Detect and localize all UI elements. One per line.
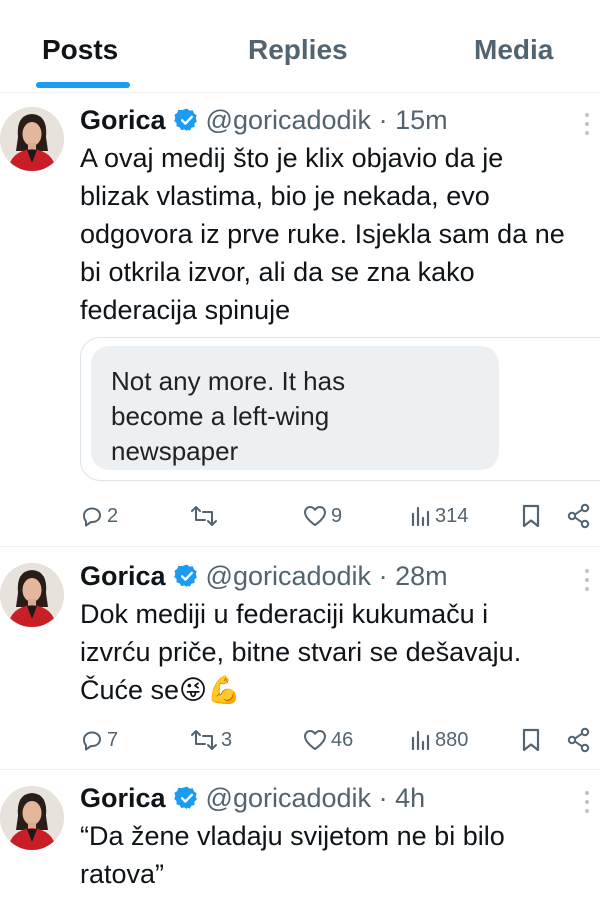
bookmark-button[interactable] bbox=[520, 501, 542, 531]
views-button[interactable]: 314 bbox=[410, 501, 468, 531]
verified-badge-icon bbox=[173, 783, 200, 821]
like-button[interactable]: 9 bbox=[302, 501, 342, 531]
tab-posts[interactable]: Posts bbox=[42, 30, 118, 70]
tab-replies[interactable]: Replies bbox=[248, 30, 348, 70]
repost-count: 3 bbox=[221, 729, 233, 751]
separator: · bbox=[378, 783, 388, 813]
timestamp[interactable]: 28m bbox=[395, 561, 448, 591]
repost-icon bbox=[191, 506, 217, 526]
author-name[interactable]: Gorica bbox=[80, 783, 166, 813]
post-header: Gorica @goricadodik · 28m bbox=[80, 557, 448, 595]
like-count: 9 bbox=[331, 505, 343, 527]
verified-badge-icon bbox=[173, 105, 200, 143]
views-icon bbox=[411, 506, 430, 527]
views-count: 314 bbox=[435, 505, 469, 527]
image-message-bubble: Not any more. It has become a left-wing … bbox=[91, 346, 499, 470]
author-handle[interactable]: @goricadodik bbox=[206, 561, 372, 591]
author-name[interactable]: Gorica bbox=[80, 561, 166, 591]
post-1[interactable]: Gorica @goricadodik · 15m A ovaj medij št… bbox=[0, 93, 600, 547]
share-button[interactable] bbox=[566, 725, 592, 755]
views-button[interactable]: 880 bbox=[410, 725, 468, 755]
reply-button[interactable]: 7 bbox=[80, 725, 118, 755]
verified-badge-icon bbox=[173, 561, 200, 599]
post-actions: 2 9 314 bbox=[80, 501, 600, 531]
avatar[interactable] bbox=[0, 563, 64, 627]
post-actions: 7 3 46 880 bbox=[80, 725, 600, 755]
like-icon bbox=[304, 730, 326, 750]
reply-count: 2 bbox=[107, 505, 119, 527]
reply-icon bbox=[83, 507, 101, 527]
like-icon bbox=[304, 506, 326, 526]
post-text: Dok mediji u federaciji kukumaču i izvrć… bbox=[80, 599, 522, 705]
bookmark-button[interactable] bbox=[520, 725, 542, 755]
timestamp[interactable]: 4h bbox=[395, 783, 425, 813]
bookmark-icon bbox=[522, 504, 540, 528]
active-tab-indicator bbox=[36, 82, 130, 88]
avatar[interactable] bbox=[0, 786, 64, 850]
post-header: Gorica @goricadodik · 4h bbox=[80, 779, 425, 817]
author-handle[interactable]: @goricadodik bbox=[206, 105, 372, 135]
separator: · bbox=[378, 561, 388, 591]
views-count: 880 bbox=[435, 729, 469, 751]
author-handle[interactable]: @goricadodik bbox=[206, 783, 372, 813]
reply-button[interactable]: 2 bbox=[80, 501, 118, 531]
tab-media[interactable]: Media bbox=[474, 30, 553, 70]
like-count: 46 bbox=[331, 729, 354, 751]
reply-count: 7 bbox=[107, 729, 119, 751]
reply-icon bbox=[83, 731, 101, 751]
repost-icon bbox=[191, 730, 217, 750]
post-image[interactable]: Not any more. It has become a left-wing … bbox=[80, 337, 600, 481]
bookmark-icon bbox=[522, 728, 540, 752]
post-text: “Da žene vladaju svijetom ne bi bilo rat… bbox=[80, 821, 505, 889]
separator: · bbox=[378, 105, 388, 135]
post-text: A ovaj medij što je klix objavio da je b… bbox=[80, 143, 565, 325]
repost-button[interactable]: 3 bbox=[190, 725, 232, 755]
post-2[interactable]: Gorica @goricadodik · 28m Dok mediji u fe… bbox=[0, 547, 600, 770]
profile-tabs: Posts Replies Media bbox=[0, 0, 600, 93]
more-icon[interactable] bbox=[580, 569, 594, 595]
more-icon[interactable] bbox=[580, 791, 594, 817]
avatar[interactable] bbox=[0, 107, 64, 171]
share-icon bbox=[567, 503, 590, 529]
timestamp[interactable]: 15m bbox=[395, 105, 448, 135]
author-name[interactable]: Gorica bbox=[80, 105, 166, 135]
more-icon[interactable] bbox=[580, 113, 594, 139]
like-button[interactable]: 46 bbox=[302, 725, 353, 755]
post-3[interactable]: Gorica @goricadodik · 4h “Da žene vladaju… bbox=[0, 770, 600, 900]
share-button[interactable] bbox=[566, 501, 592, 531]
share-icon bbox=[567, 727, 590, 753]
repost-button[interactable] bbox=[190, 501, 221, 531]
post-header: Gorica @goricadodik · 15m bbox=[80, 101, 448, 139]
views-icon bbox=[411, 730, 430, 751]
